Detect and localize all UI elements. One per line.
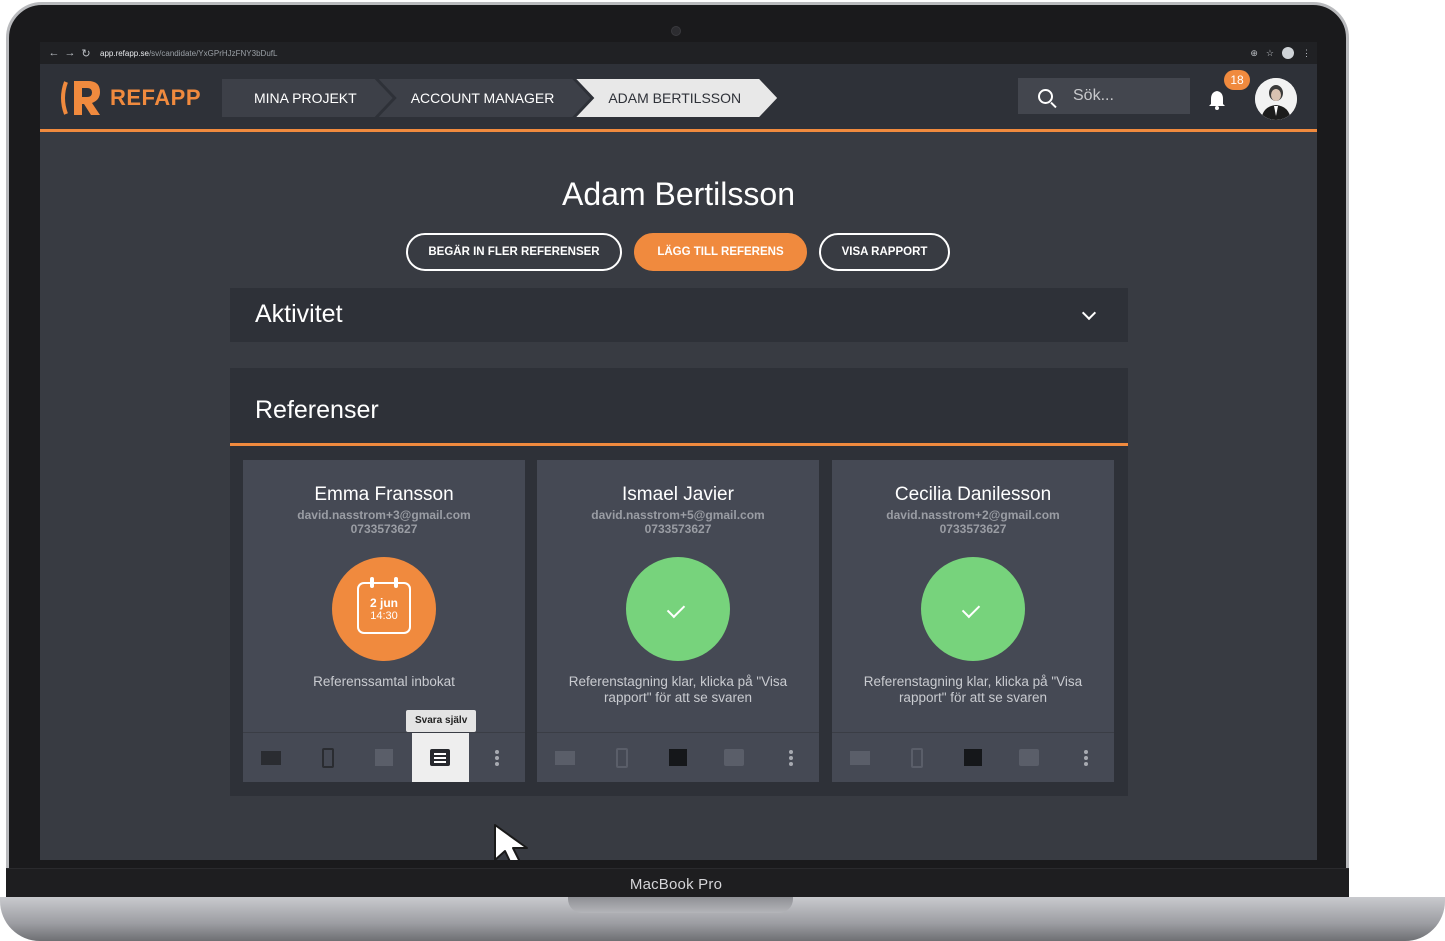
reference-phone: 0733573627: [939, 522, 1007, 536]
zoom-icon[interactable]: ⊕: [1250, 48, 1258, 59]
url-host: app.refapp.se: [100, 48, 149, 58]
browser-bar: ← → ↻ app.refapp.se/sv/candidate/YxGPrHJ…: [40, 42, 1317, 64]
phone-action[interactable]: [299, 733, 355, 782]
request-more-references-button[interactable]: BEGÄR IN FLER REFERENSER: [406, 233, 622, 271]
reference-email: david.nasstrom+2@gmail.com: [886, 508, 1060, 522]
search-placeholder: Sök...: [1073, 87, 1114, 104]
breadcrumb-mina-projekt[interactable]: MINA PROJEKT: [222, 79, 393, 117]
reference-phone: 0733573627: [644, 522, 712, 536]
url-path: /sv/candidate/YxGPrHJzFNY3bDufL: [148, 48, 278, 58]
search-input[interactable]: Sök...: [1018, 78, 1190, 114]
mail-icon: [555, 750, 576, 765]
refapp-logo[interactable]: REFAPP: [60, 78, 201, 118]
schedule-action[interactable]: [650, 733, 706, 782]
mail-icon: [261, 750, 282, 765]
laptop-notch: [568, 897, 793, 913]
answer-yourself-action[interactable]: [1001, 733, 1057, 782]
reference-card-ismael[interactable]: Ismael Javier david.nasstrom+5@gmail.com…: [537, 460, 819, 782]
reference-email: david.nasstrom+3@gmail.com: [297, 508, 471, 522]
more-vert-icon: [1083, 755, 1088, 760]
phone-action[interactable]: [888, 733, 944, 782]
reload-icon[interactable]: ↻: [78, 47, 94, 60]
tooltip: Svara själv: [406, 710, 477, 732]
chat-icon: [1019, 749, 1040, 766]
chat-icon: [430, 749, 451, 766]
browser-menu-icon[interactable]: ⋮: [1302, 48, 1311, 59]
check-icon: [961, 599, 981, 619]
back-icon[interactable]: ←: [46, 47, 62, 59]
address-bar[interactable]: app.refapp.se/sv/candidate/YxGPrHJzFNY3b…: [100, 49, 277, 58]
app-header: REFAPP MINA PROJEKT ACCOUNT MANAGER ADAM…: [40, 64, 1317, 132]
email-action[interactable]: [832, 733, 888, 782]
screen: ← → ↻ app.refapp.se/sv/candidate/YxGPrHJ…: [40, 42, 1317, 860]
reference-name: Cecilia Danilesson: [894, 484, 1052, 505]
calendar-icon: 2 jun 14:30: [357, 577, 411, 634]
breadcrumb-account-manager[interactable]: ACCOUNT MANAGER: [379, 79, 591, 117]
references-panel: Referenser Emma Fransson david.nasstrom+…: [230, 368, 1128, 796]
card-toolbar: [832, 732, 1114, 782]
references-title: Referenser: [255, 396, 379, 424]
phone-icon: [615, 747, 628, 768]
schedule-action[interactable]: [356, 733, 412, 782]
device-label: MacBook Pro: [629, 876, 723, 893]
chevron-down-icon[interactable]: [1081, 305, 1097, 321]
page-title: Adam Bertilsson: [562, 176, 795, 212]
phone-action[interactable]: [593, 733, 649, 782]
booked-time: 14:30: [370, 610, 398, 622]
phone-icon: [321, 747, 334, 768]
phone-icon: [910, 747, 923, 768]
notification-badge: 18: [1224, 70, 1250, 90]
search-icon: [1038, 88, 1053, 104]
calendar-icon: [669, 749, 688, 766]
show-report-button[interactable]: VISA RAPPORT: [819, 233, 950, 271]
mail-icon: [850, 750, 871, 765]
bookmark-star-icon[interactable]: ☆: [1266, 48, 1274, 59]
answer-yourself-action[interactable]: [412, 733, 469, 782]
breadcrumb: MINA PROJEKT ACCOUNT MANAGER ADAM BERTIL…: [222, 79, 763, 117]
reference-name: Ismael Javier: [622, 484, 734, 505]
completed-status-circle: [626, 557, 730, 661]
add-reference-button[interactable]: LÄGG TILL REFERENS: [634, 233, 807, 271]
schedule-action[interactable]: [945, 733, 1001, 782]
refapp-logo-icon: [61, 81, 100, 115]
reference-status: Referenstagning klar, klicka på "Visa ra…: [863, 674, 1083, 705]
booked-status-circle: 2 jun 14:30: [332, 557, 436, 661]
activity-panel[interactable]: Aktivitet: [230, 288, 1128, 342]
reference-name: Emma Fransson: [314, 484, 454, 505]
calendar-icon: [964, 749, 983, 766]
activity-title: Aktivitet: [255, 300, 343, 328]
mouse-cursor-icon: [494, 824, 528, 860]
check-icon: [666, 599, 686, 619]
more-action[interactable]: [1058, 733, 1114, 782]
more-vert-icon: [494, 755, 499, 760]
reference-card-cecilia[interactable]: Cecilia Danilesson david.nasstrom+2@gmai…: [832, 460, 1114, 782]
reference-card-emma[interactable]: Emma Fransson david.nasstrom+3@gmail.com…: [243, 460, 525, 782]
completed-status-circle: [921, 557, 1025, 661]
card-toolbar: [243, 732, 525, 782]
logo-text: REFAPP: [110, 85, 202, 110]
candidate-actions: BEGÄR IN FLER REFERENSER LÄGG TILL REFER…: [406, 233, 950, 271]
breadcrumb-adam-bertilsson[interactable]: ADAM BERTILSSON: [576, 79, 777, 117]
reference-status: Referenssamtal inbokat: [313, 674, 455, 689]
booked-date: 2 jun: [369, 596, 398, 610]
card-toolbar: [537, 732, 819, 782]
calendar-icon: [375, 749, 394, 766]
bell-icon[interactable]: [1208, 90, 1226, 110]
forward-icon[interactable]: →: [62, 47, 78, 59]
more-action[interactable]: [469, 733, 525, 782]
chat-icon: [724, 749, 745, 766]
email-action[interactable]: [537, 733, 593, 782]
reference-status: Referenstagning klar, klicka på "Visa ra…: [568, 674, 788, 705]
camera-icon: [671, 26, 681, 36]
avatar[interactable]: [1255, 78, 1297, 120]
browser-profile-icon[interactable]: [1282, 47, 1294, 59]
email-action[interactable]: [243, 733, 299, 782]
references-header: Referenser: [230, 368, 1128, 446]
reference-email: david.nasstrom+5@gmail.com: [591, 508, 765, 522]
reference-phone: 0733573627: [350, 522, 418, 536]
more-vert-icon: [788, 755, 793, 760]
answer-yourself-action[interactable]: [706, 733, 762, 782]
more-action[interactable]: [763, 733, 819, 782]
